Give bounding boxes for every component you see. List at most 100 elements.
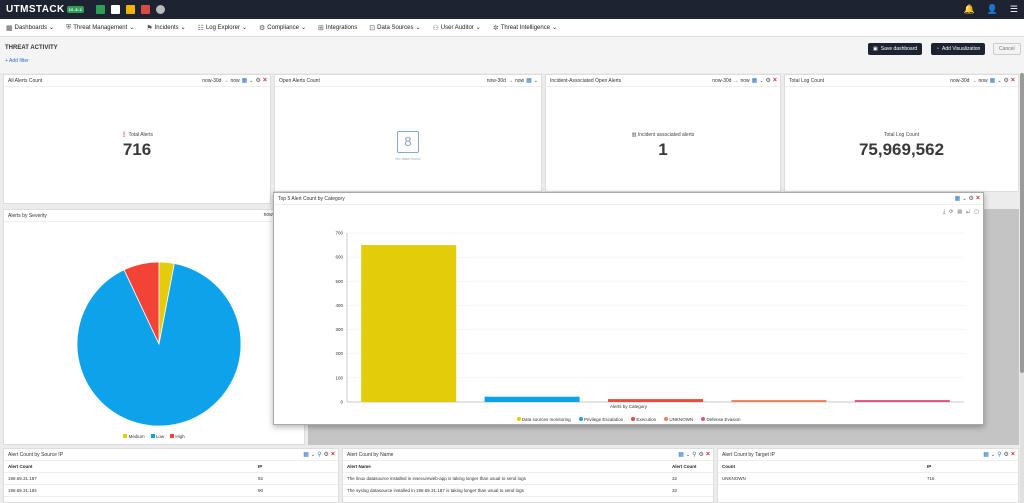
target-icon[interactable] <box>156 5 165 14</box>
add-filter-link[interactable]: + Add filter <box>5 58 29 64</box>
legend-low[interactable]: Low <box>150 434 164 439</box>
table-row[interactable]: The linux datasource installed in insecu… <box>343 473 713 485</box>
gear-icon[interactable]: ⚙ <box>766 77 771 84</box>
menu-log-explorer[interactable]: ☷ Log Explorer ⌄ <box>198 24 247 32</box>
filter-icon[interactable]: ⚲ <box>997 451 1001 458</box>
gear-icon[interactable]: ⚙ <box>324 451 329 458</box>
legend-execution[interactable]: Execution <box>631 417 656 422</box>
menu-compliance[interactable]: ⚙ Compliance ⌄ <box>259 24 306 32</box>
time-to[interactable]: now <box>978 78 987 84</box>
legend-data-sources[interactable]: Data sources monitoring <box>516 417 571 422</box>
panel-title: Alert Count by Name <box>347 452 394 458</box>
scrollbar-thumb[interactable] <box>1020 73 1024 373</box>
bar-privilege-escalation[interactable] <box>484 396 580 402</box>
panel-title: Top 5 Alert Count by Category <box>278 196 345 202</box>
page-scrollbar[interactable] <box>1020 73 1024 503</box>
severity-pie-chart[interactable] <box>4 232 304 432</box>
filter-icon[interactable]: ⚲ <box>692 451 696 458</box>
close-icon[interactable]: × <box>1011 451 1015 458</box>
calendar-icon[interactable]: ▦ <box>990 77 996 84</box>
table-row[interactable]: 198.69.31.187 92 <box>4 473 338 485</box>
server-icon[interactable] <box>111 5 120 14</box>
col-header[interactable]: IP <box>254 464 262 469</box>
menu-icon[interactable]: ☰ <box>1010 4 1018 15</box>
menu-dashboards[interactable]: ▦ Dashboards ⌄ <box>6 24 54 32</box>
chevron-down-icon[interactable]: ⌄ <box>997 78 1001 84</box>
chart-icon: ◔ <box>936 46 940 52</box>
bell-icon[interactable]: 🔔 <box>963 4 974 15</box>
col-header[interactable]: IP <box>923 464 931 469</box>
top5-panel[interactable]: Top 5 Alert Count by Category ▦ ⌄ ⚙ × ⤓ ⟳ … <box>273 192 984 425</box>
menu-threat-intelligence[interactable]: ✲ Threat Intelligence ⌄ <box>493 24 557 32</box>
bar-unknown[interactable] <box>731 400 827 402</box>
legend-defense[interactable]: Defense Evasion <box>701 417 740 422</box>
chevron-down-icon[interactable]: ⌄ <box>962 196 966 202</box>
close-icon[interactable]: × <box>976 195 980 202</box>
chevron-down-icon[interactable]: ⌄ <box>249 78 253 84</box>
time-from[interactable]: now-30d <box>950 78 969 84</box>
legend-medium[interactable]: Medium <box>123 434 145 439</box>
chevron-down-icon[interactable]: ⌄ <box>686 452 690 458</box>
table-row[interactable]: 198.69.31.184 90 <box>4 485 338 497</box>
add-visualization-button[interactable]: ◔ Add Visualization <box>931 43 986 55</box>
time-from[interactable]: now-30d <box>712 78 731 84</box>
menu-data-sources[interactable]: ⊡ Data Sources ⌄ <box>369 24 420 32</box>
close-icon[interactable]: × <box>263 77 267 84</box>
calendar-icon[interactable]: ▦ <box>752 77 758 84</box>
gear-icon[interactable]: ⚙ <box>699 451 704 458</box>
close-icon[interactable]: × <box>706 451 710 458</box>
status-icon[interactable] <box>96 5 105 14</box>
menu-user-auditor[interactable]: ⚇ User Auditor ⌄ <box>433 24 481 32</box>
calendar-icon[interactable]: ▦ <box>955 195 961 202</box>
legend-privilege[interactable]: Privilege Escalation <box>578 417 623 422</box>
time-to[interactable]: now <box>230 78 239 84</box>
bar-data-sources-monitoring[interactable] <box>361 245 457 402</box>
calendar-icon[interactable]: ▦ <box>526 77 532 84</box>
calendar-icon[interactable]: ▦ <box>303 451 309 458</box>
time-from[interactable]: now-30d <box>202 78 221 84</box>
cancel-button[interactable]: Cancel <box>993 43 1021 55</box>
time-to[interactable]: now <box>740 78 749 84</box>
gear-icon[interactable]: ⚙ <box>256 77 261 84</box>
menu-incidents[interactable]: ⚑ Incidents ⌄ <box>146 24 185 32</box>
time-from[interactable]: now-30d <box>487 78 506 84</box>
col-header[interactable]: Alert Count <box>4 464 254 469</box>
legend-high[interactable]: High <box>170 434 185 439</box>
calendar-icon[interactable]: ▦ <box>678 451 684 458</box>
close-icon[interactable]: × <box>331 451 335 458</box>
database-icon[interactable] <box>141 5 150 14</box>
bar-defense-evasion[interactable] <box>854 400 950 402</box>
calendar-icon[interactable]: ▦ <box>983 451 989 458</box>
chevron-down-icon[interactable]: ⌄ <box>311 452 315 458</box>
col-header[interactable]: Alert Count <box>668 464 697 469</box>
dashboard-icon: ▦ <box>6 24 13 32</box>
chevron-down-icon: ⌄ <box>48 25 55 31</box>
menu-threat-management[interactable]: ⛨ Threat Management ⌄ <box>66 24 134 32</box>
bar-execution[interactable] <box>607 399 704 402</box>
table-row[interactable]: UNKNOWN 716 <box>718 473 1018 485</box>
col-header[interactable]: Count <box>718 464 923 469</box>
by-name-panel: Alert Count by Name ▦ ⌄ ⚲ ⚙ × Alert Name Aler… <box>342 448 714 503</box>
chevron-down-icon[interactable]: ⌄ <box>534 78 538 84</box>
col-header[interactable]: Alert Name <box>343 464 668 469</box>
calendar-icon[interactable]: ▦ <box>242 77 248 84</box>
top5-bar-chart[interactable]: 0100200300400500600700 <box>274 205 983 425</box>
table-row[interactable]: The syslog datasource installed in 198.6… <box>343 485 713 497</box>
legend-unknown[interactable]: UNKNOWN <box>664 417 693 422</box>
close-icon[interactable]: × <box>773 77 777 84</box>
chevron-down-icon[interactable]: ⌄ <box>991 452 995 458</box>
time-to[interactable]: now <box>515 78 524 84</box>
app-logo[interactable]: UTMSTACK 10.8.2 <box>6 4 85 15</box>
menu-integrations[interactable]: ⊞ Integrations <box>318 24 357 32</box>
gear-icon[interactable]: ⚙ <box>969 195 974 202</box>
user-icon[interactable]: 👤 <box>987 4 998 15</box>
integrations-icon: ⊞ <box>318 24 324 32</box>
gear-icon[interactable]: ⚙ <box>1004 77 1009 84</box>
gear-icon[interactable]: ⚙ <box>1004 451 1009 458</box>
filter-icon[interactable]: ⚲ <box>317 451 321 458</box>
chevron-down-icon[interactable]: ⌄ <box>759 78 763 84</box>
save-dashboard-button[interactable]: ▣ Save dashboard <box>868 43 923 55</box>
close-icon[interactable]: × <box>1011 77 1015 84</box>
modules-icon[interactable] <box>126 5 135 14</box>
card-title: Incident-Associated Open Alerts <box>550 78 622 84</box>
